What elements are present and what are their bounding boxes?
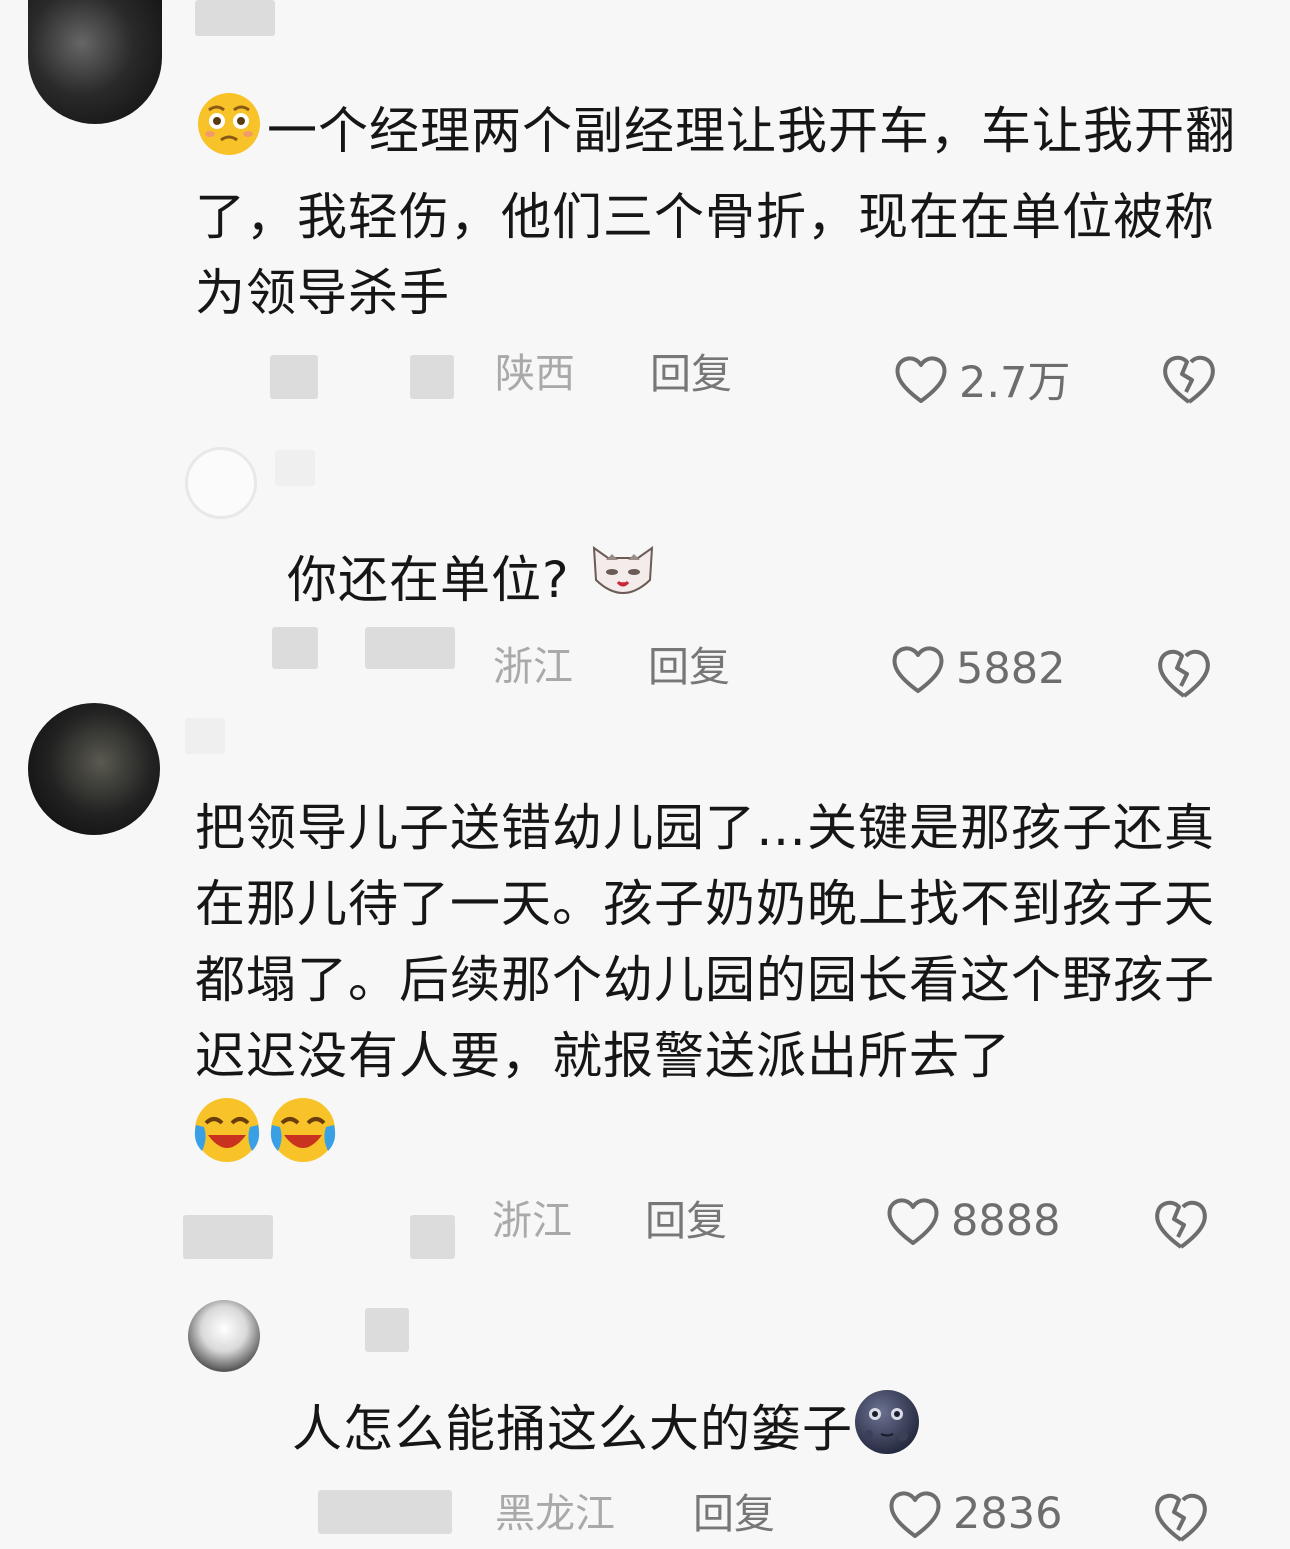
- username-blurred[interactable]: [365, 1308, 409, 1352]
- dislike-button[interactable]: [1152, 1490, 1210, 1548]
- broken-heart-icon: [1158, 649, 1210, 698]
- username-blurred[interactable]: [185, 718, 225, 754]
- reply-button[interactable]: 回复: [693, 1490, 775, 1538]
- pleading-face-icon: [195, 90, 263, 179]
- dislike-button[interactable]: [1152, 1197, 1210, 1255]
- location: 浙江: [493, 644, 573, 690]
- broken-heart-icon: [1155, 1493, 1207, 1542]
- like-button[interactable]: 2836: [887, 1488, 1062, 1540]
- avatar[interactable]: [28, 0, 162, 124]
- username-blurred[interactable]: [195, 0, 275, 36]
- avatar[interactable]: [28, 703, 160, 835]
- comment-text: 一个经理两个副经理让我开车，车让我开翻了，我轻伤，他们三个骨折，现在在单位被称为…: [195, 90, 1255, 331]
- heart-outline-icon: [889, 1491, 941, 1538]
- location: 黑龙江: [495, 1491, 615, 1537]
- heart-outline-icon: [895, 356, 947, 403]
- username-blurred: [410, 1215, 455, 1259]
- heart-outline-icon: [892, 646, 944, 693]
- crying-laughing-face-icon: [194, 1098, 260, 1162]
- avatar[interactable]: [188, 1300, 260, 1372]
- comment-text: 把领导儿子送错幼儿园了…关键是那孩子还真在那儿待了一天。孩子奶奶晚上找不到孩子天…: [195, 799, 1215, 1085]
- comment-text: 人怎么能捅这么大的篓子: [292, 1388, 1192, 1477]
- like-count: 8888: [951, 1196, 1061, 1246]
- crying-laughing-face-icon: [270, 1098, 336, 1162]
- location: 浙江: [492, 1198, 572, 1244]
- comment-text: 你还在单位?: [287, 540, 1187, 627]
- reply-button[interactable]: 回复: [648, 643, 730, 691]
- like-count: 5882: [956, 644, 1066, 694]
- crying-laughing-emoji-row: [192, 1095, 338, 1165]
- like-button[interactable]: 8888: [885, 1195, 1060, 1247]
- location: 陕西: [495, 351, 575, 397]
- like-count: 2836: [953, 1489, 1063, 1539]
- dislike-button[interactable]: [1155, 646, 1213, 704]
- username-blurred: [365, 627, 455, 669]
- reply-button[interactable]: 回复: [650, 350, 732, 398]
- dark-moon-face-icon: [853, 1388, 921, 1477]
- username-blurred[interactable]: [275, 450, 315, 486]
- dislike-button[interactable]: [1160, 352, 1218, 410]
- username-blurred: [410, 355, 454, 399]
- like-button[interactable]: 5882: [890, 643, 1065, 695]
- like-button[interactable]: 2.7万: [893, 348, 1070, 410]
- reply-button[interactable]: 回复: [645, 1197, 727, 1245]
- username-blurred: [270, 355, 318, 399]
- broken-heart-icon: [1155, 1200, 1207, 1249]
- avatar[interactable]: [185, 447, 257, 519]
- like-count: 2.7万: [959, 358, 1071, 408]
- heart-outline-icon: [887, 1198, 939, 1245]
- broken-heart-icon: [1163, 355, 1215, 404]
- username-blurred: [318, 1490, 452, 1534]
- username-blurred: [183, 1215, 273, 1259]
- username-blurred: [272, 627, 318, 669]
- cat-face-icon: [588, 540, 658, 627]
